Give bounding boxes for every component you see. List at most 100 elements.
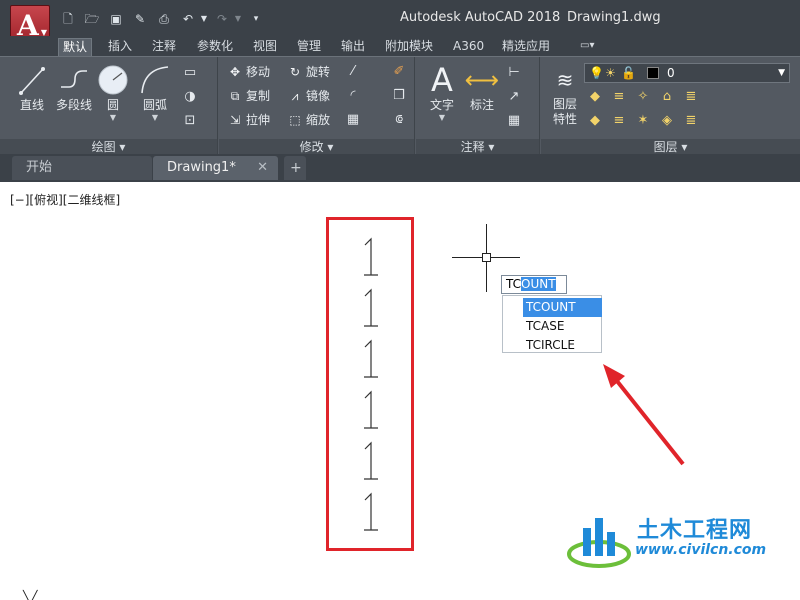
offset-icon[interactable]: ⟃	[389, 110, 409, 130]
document-tab-bar: 开始 Drawing1* ✕ +	[0, 154, 800, 182]
dynamic-input-field[interactable]: TCOUNT	[501, 275, 567, 294]
draw-panel-title[interactable]: 绘图 ▾	[0, 139, 217, 155]
array-icon[interactable]: ▦	[343, 110, 363, 130]
stretch-button[interactable]: ⇲ 拉伸	[227, 110, 270, 130]
tab-featured-apps[interactable]: 精选应用	[502, 38, 550, 56]
region-icon[interactable]: ⊡	[180, 111, 200, 131]
red-pointer-arrow	[603, 364, 685, 466]
layer-tool-icon[interactable]: ◆	[585, 111, 605, 131]
layer-tool-icon[interactable]: ⌂	[657, 87, 677, 107]
leader-icon[interactable]: ↗	[504, 87, 524, 107]
layer-tool-icon[interactable]: ◆	[585, 87, 605, 107]
layer-properties-icon: ≋	[556, 68, 574, 92]
watermark-name: 土木工程网	[637, 518, 753, 543]
chevron-down-icon: ▼	[778, 68, 785, 78]
layer-tool-icon[interactable]: ≣	[681, 111, 701, 131]
stretch-label: 拉伸	[246, 113, 271, 127]
tab-a360[interactable]: A360	[453, 38, 484, 56]
number-one-glyph	[364, 390, 378, 429]
chevron-down-icon[interactable]: ╲╱	[23, 590, 37, 600]
print-icon[interactable]: ⎙	[156, 12, 172, 26]
customize-qat-icon[interactable]: ▾	[248, 12, 264, 26]
circle-button[interactable]: 圆 ▼	[89, 61, 137, 135]
tab-parametric[interactable]: 参数化	[197, 38, 233, 56]
layers-panel-title[interactable]: 图层 ▾	[541, 139, 800, 155]
explode-icon[interactable]: ❒	[389, 86, 409, 106]
rotate-button[interactable]: ↻ 旋转	[287, 62, 330, 82]
rotate-icon: ↻	[289, 65, 301, 79]
tab-insert[interactable]: 插入	[108, 38, 132, 56]
table-icon[interactable]: ▦	[504, 111, 524, 131]
layer-tool-icon[interactable]: ≡	[609, 111, 629, 131]
number-one-glyph	[364, 492, 378, 531]
new-tab-button[interactable]: +	[284, 156, 306, 180]
new-file-icon[interactable]: 🗋	[60, 12, 76, 26]
drawing-canvas[interactable]: [−][俯视][二维线框] TCOUNT TCOUNT TCASE TCIRCL…	[0, 182, 800, 600]
dimension-button[interactable]: ⟷ 标注	[458, 61, 506, 135]
rectangle-icon[interactable]: ▭	[180, 63, 200, 83]
tab-manage[interactable]: 管理	[297, 38, 321, 56]
number-one-glyph	[364, 441, 378, 480]
dimension-icon: ⟷	[464, 66, 500, 94]
chevron-down-icon: ▼	[151, 113, 159, 122]
copy-label: 复制	[246, 89, 271, 103]
tab-drawing1[interactable]: Drawing1* ✕	[153, 156, 278, 180]
suggestion-item[interactable]: TCASE	[523, 317, 602, 336]
redo-dropdown-icon[interactable]: ▼	[230, 12, 246, 26]
circle-icon	[98, 65, 128, 95]
move-button[interactable]: ✥ 移动	[227, 62, 270, 82]
tab-addins[interactable]: 附加模块	[385, 38, 433, 56]
copy-button[interactable]: ⧉ 复制	[227, 86, 270, 106]
line-icon	[19, 67, 45, 95]
suggestion-item[interactable]: TCOUNT	[523, 298, 602, 317]
undo-icon[interactable]: ↶	[180, 12, 196, 26]
layer-tool-icon[interactable]: ✶	[633, 111, 653, 131]
scale-button[interactable]: ⬚ 缩放	[287, 110, 330, 130]
layer-tool-icon[interactable]: ◈	[657, 111, 677, 131]
tab-start-label: 开始	[26, 160, 53, 175]
viewport-controls[interactable]: [−][俯视][二维线框]	[10, 191, 120, 208]
arc-button[interactable]: 圆弧 ▼	[131, 61, 179, 135]
ribbon-toggle-icon[interactable]: ▭▾	[580, 38, 594, 56]
open-folder-icon[interactable]: 🗁	[84, 12, 100, 26]
linear-dim-icon[interactable]: ⊢	[504, 63, 524, 83]
layer-tool-icon[interactable]: ≡	[609, 87, 629, 107]
fillet-icon[interactable]: ◜	[343, 86, 363, 106]
scale-label: 缩放	[306, 113, 331, 127]
color-swatch	[647, 67, 659, 79]
scale-icon: ⬚	[289, 113, 301, 127]
tab-drawing1-label: Drawing1*	[167, 160, 236, 175]
rotate-label: 旋转	[306, 65, 331, 79]
layer-properties-button[interactable]: ≋ 图层 特性	[541, 61, 589, 135]
modify-panel-title[interactable]: 修改 ▾	[219, 139, 414, 155]
hatch-icon[interactable]: ◑	[180, 87, 200, 107]
mirror-button[interactable]: ⩘ 镜像	[287, 86, 330, 106]
watermark-url: www.civilcn.com	[635, 542, 767, 558]
layer-tool-icon[interactable]: ≣	[681, 87, 701, 107]
ribbon-tab-bar: 默认 插入 注释 参数化 视图 管理 输出 附加模块 A360 精选应用 ▭▾	[0, 36, 800, 56]
modify-panel: ✥ 移动 ↻ 旋转 ⧉ 复制 ⩘ 镜像 ⇲ 拉伸 ⬚ 缩放 ⁄ ✐ ◜ ❒ ▦ ⟃ 修改 ▾	[219, 57, 415, 155]
save-as-icon[interactable]: ✎	[132, 12, 148, 26]
close-icon[interactable]: ✕	[257, 156, 268, 180]
line-button[interactable]: 直线	[8, 61, 56, 135]
tab-home[interactable]: 默认	[58, 38, 93, 56]
save-icon[interactable]: ▣	[108, 12, 124, 26]
annotation-panel-title[interactable]: 注释 ▾	[416, 139, 539, 155]
undo-dropdown-icon[interactable]: ▼	[196, 12, 212, 26]
document-title: Drawing1.dwg	[567, 10, 661, 25]
trim-icon[interactable]: ⁄	[343, 62, 363, 82]
line-label: 直线	[19, 98, 44, 112]
circle-label: 圆	[106, 98, 119, 112]
tab-start[interactable]: 开始	[12, 156, 152, 180]
erase-icon[interactable]: ✐	[389, 62, 409, 82]
redo-icon[interactable]: ↷	[214, 12, 230, 26]
layer-tool-icon[interactable]: ✧	[633, 87, 653, 107]
tab-annotate[interactable]: 注释	[152, 38, 176, 56]
sun-icon: ☀	[605, 66, 616, 80]
layer-dropdown[interactable]: 💡 ☀ 🔓 0 ▼	[584, 63, 790, 83]
plus-icon: +	[290, 160, 302, 176]
tab-output[interactable]: 输出	[341, 38, 365, 56]
title-bar: A ▼ 🗋 🗁 ▣ ✎ ⎙ ↶ ▼ ↷ ▼ ▾ Autodesk AutoCAD…	[0, 0, 800, 47]
tab-view[interactable]: 视图	[253, 38, 277, 56]
suggestion-item[interactable]: TCIRCLE	[523, 336, 602, 355]
